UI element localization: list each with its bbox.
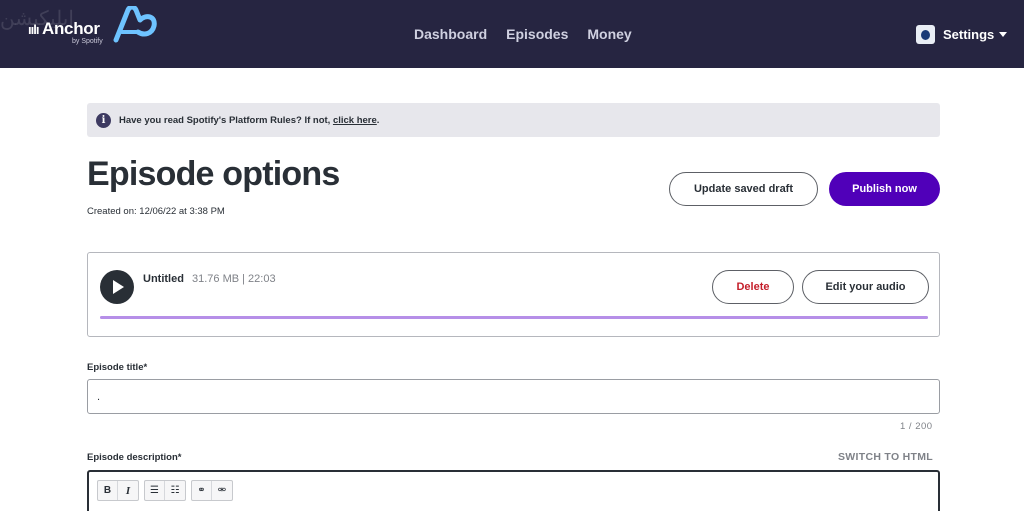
play-icon[interactable] [100, 270, 134, 304]
audio-meta: 31.76 MB | 22:03 [192, 273, 276, 285]
logo-subtext: by Spotify [72, 38, 103, 45]
alert-end: . [376, 114, 380, 126]
bullet-list-icon[interactable]: ☰ [145, 481, 165, 500]
title-char-counter: 1 / 200 [900, 421, 933, 432]
top-navigation-bar: ابلیکیشن ıılı Anchor by Spotify Dashboar… [0, 0, 1024, 68]
main-nav: Dashboard Episodes Money [414, 26, 632, 42]
audio-progress-fill [100, 316, 928, 319]
audio-card: Untitled 31.76 MB | 22:03 Delete Edit yo… [87, 252, 940, 337]
bold-icon[interactable]: B [98, 481, 118, 500]
format-group: B I [97, 480, 139, 501]
episode-description-editor[interactable]: B I ☰ ☷ ⚭ ⚮ [87, 470, 940, 511]
nav-episodes[interactable]: Episodes [506, 26, 568, 42]
link-group: ⚭ ⚮ [191, 480, 233, 501]
logo-text: Anchor [42, 19, 100, 38]
click-here-link[interactable]: click here [333, 115, 377, 126]
info-icon: i [96, 112, 111, 128]
settings-label: Settings [943, 27, 995, 42]
page-title: Episode options [87, 155, 340, 193]
delete-audio-button[interactable]: Delete [712, 270, 794, 304]
platform-rules-alert: i Have you read Spotify's Platform Rules… [87, 103, 940, 137]
update-draft-button[interactable]: Update saved draft [669, 172, 818, 206]
episode-description-label: Episode description* [87, 452, 182, 463]
episode-title-input[interactable] [87, 379, 940, 414]
nav-money[interactable]: Money [587, 26, 631, 42]
link-icon[interactable]: ⚭ [192, 481, 212, 500]
settings-menu[interactable]: Settings [916, 25, 1008, 44]
list-group: ☰ ☷ [144, 480, 186, 501]
sound-wave-icon: ıılı [28, 22, 39, 37]
brand-badge-icon [113, 6, 157, 43]
nav-dashboard[interactable]: Dashboard [414, 26, 487, 42]
editor-toolbar: B I ☰ ☷ ⚭ ⚮ [97, 480, 233, 501]
unlink-icon[interactable]: ⚮ [212, 481, 232, 500]
italic-icon[interactable]: I [118, 481, 138, 500]
avatar[interactable] [916, 25, 935, 44]
edit-audio-button[interactable]: Edit your audio [802, 270, 929, 304]
created-timestamp: Created on: 12/06/22 at 3:38 PM [87, 206, 225, 217]
episode-title-label: Episode title* [87, 362, 148, 373]
audio-name: Untitled [143, 273, 184, 285]
anchor-logo[interactable]: ıılı Anchor by Spotify [28, 6, 158, 48]
chevron-down-icon [999, 32, 1008, 37]
publish-button[interactable]: Publish now [829, 172, 940, 206]
alert-text: Have you read Spotify's Platform Rules? … [119, 114, 331, 126]
audio-progress-bar[interactable] [100, 316, 928, 319]
numbered-list-icon[interactable]: ☷ [165, 481, 185, 500]
switch-to-html-button[interactable]: SWITCH TO HTML [838, 451, 933, 463]
